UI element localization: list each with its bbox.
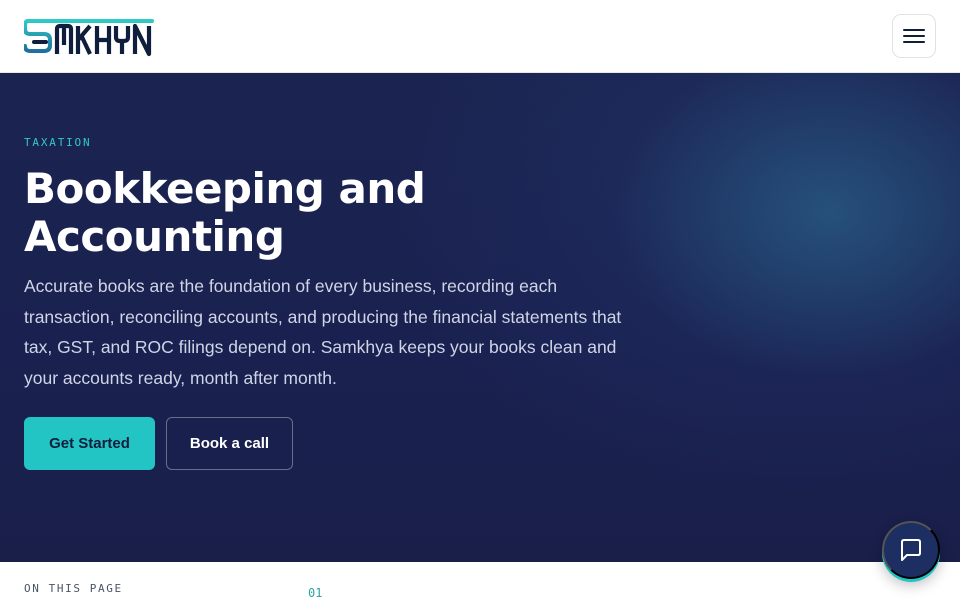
on-this-page-label: ON THIS PAGE [24,582,123,595]
hero-section: TAXATION Bookkeeping and Accounting Accu… [0,73,960,562]
page-title: Bookkeeping and Accounting [24,164,426,261]
menu-button[interactable] [892,14,936,58]
site-header [0,0,960,73]
chat-bubble-icon [901,539,921,561]
category-eyebrow: TAXATION [24,136,92,149]
hamburger-menu-icon [903,29,925,43]
on-this-page-section: ON THIS PAGE 01 [0,562,960,600]
get-started-button[interactable]: Get Started [24,417,155,470]
chat-button[interactable] [882,521,940,579]
section-index[interactable]: 01 [308,586,322,600]
brand-logo[interactable] [24,15,157,58]
book-a-call-button[interactable]: Book a call [166,417,293,470]
logo-mark-icon [24,19,154,57]
hero-description: Accurate books are the foundation of eve… [24,276,622,388]
